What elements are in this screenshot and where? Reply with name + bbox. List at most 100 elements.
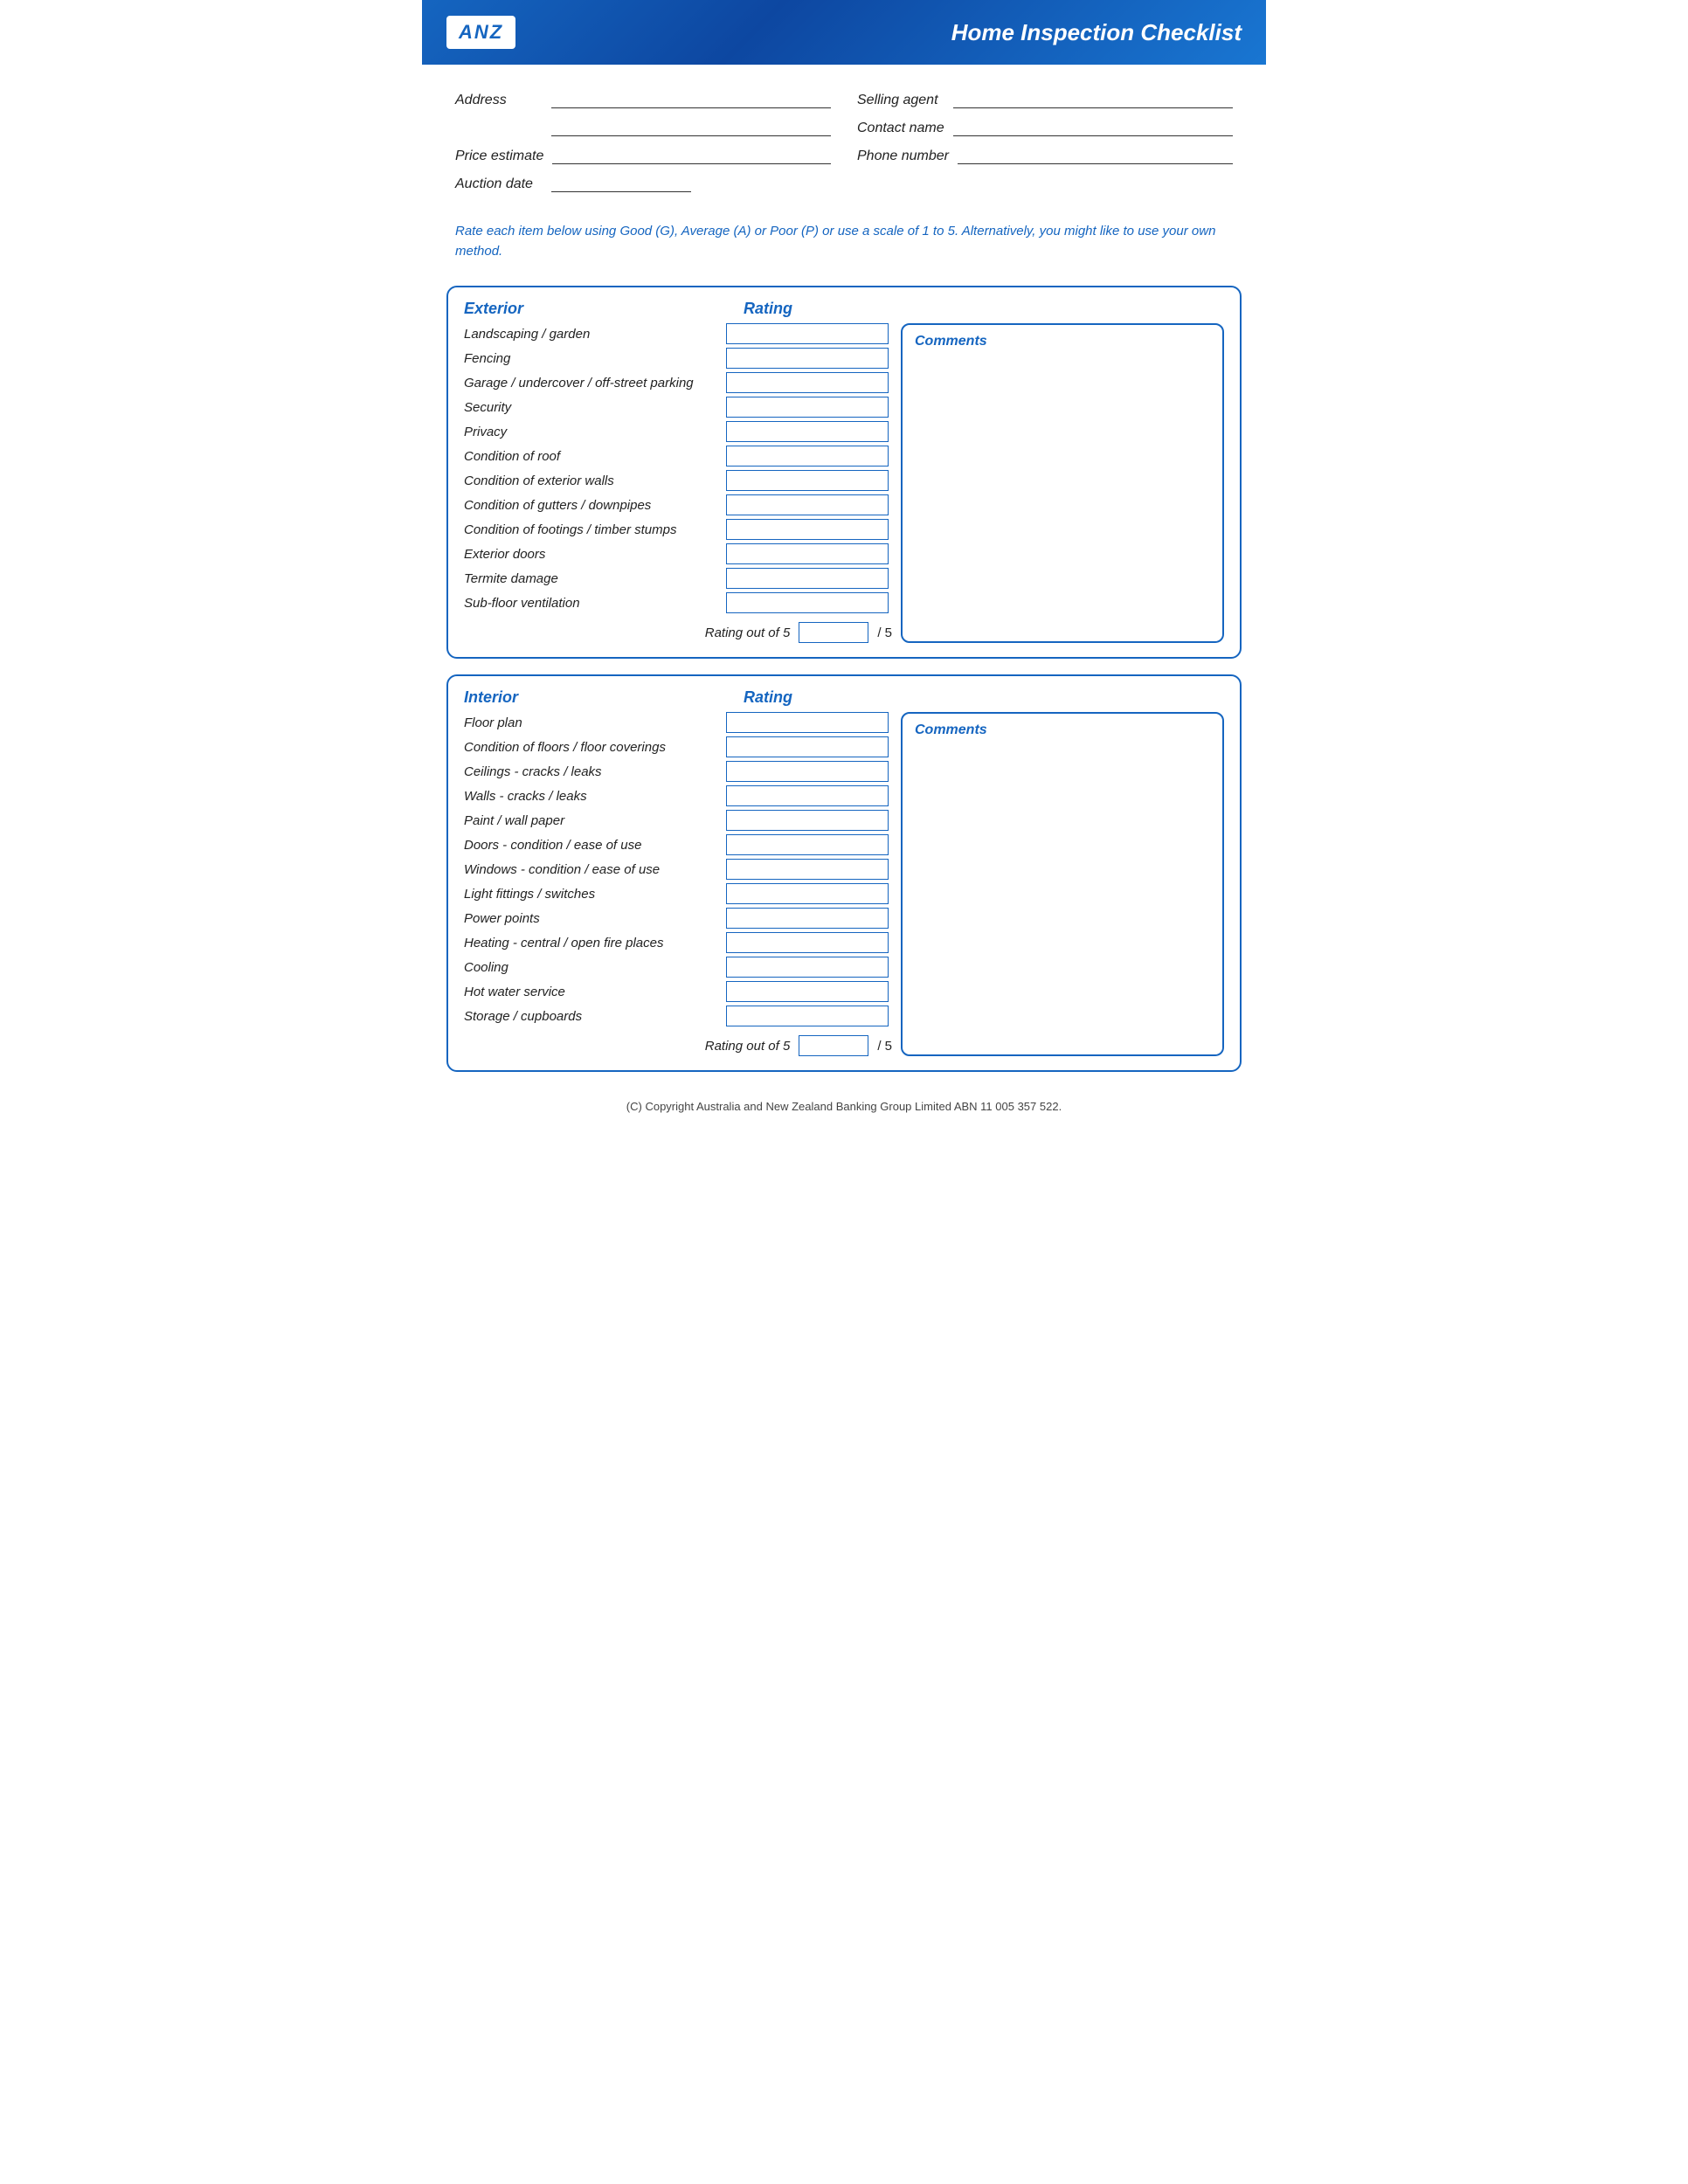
interior-item-row: Light fittings / switches — [464, 883, 892, 904]
interior-item-label: Floor plan — [464, 715, 726, 730]
exterior-rating-header: Rating — [744, 300, 883, 318]
interior-rating-input-4[interactable] — [726, 810, 889, 831]
interior-rating-input-3[interactable] — [726, 785, 889, 806]
interior-rating-input-10[interactable] — [726, 957, 889, 978]
exterior-rating-input-2[interactable] — [726, 372, 889, 393]
interior-rating-input-12[interactable] — [726, 1006, 889, 1026]
phone-input[interactable] — [958, 145, 1233, 164]
exterior-item-label: Condition of exterior walls — [464, 473, 726, 488]
address2-input[interactable] — [551, 117, 831, 136]
interior-item-row: Walls - cracks / leaks — [464, 785, 892, 806]
interior-rating-input-7[interactable] — [726, 883, 889, 904]
selling-agent-label: Selling agent — [857, 93, 944, 108]
instructions: Rate each item below using Good (G), Ave… — [422, 210, 1266, 270]
exterior-rating-input-10[interactable] — [726, 568, 889, 589]
price-label: Price estimate — [455, 149, 543, 164]
footer-text: (C) Copyright Australia and New Zealand … — [626, 1100, 1062, 1113]
interior-item-label: Condition of floors / floor coverings — [464, 740, 726, 755]
exterior-rating-input-3[interactable] — [726, 397, 889, 418]
interior-item-label: Walls - cracks / leaks — [464, 789, 726, 804]
exterior-item-row: Landscaping / garden — [464, 323, 892, 344]
page-header: ANZ Home Inspection Checklist — [422, 0, 1266, 65]
footer: (C) Copyright Australia and New Zealand … — [422, 1088, 1266, 1122]
interior-rating-input-8[interactable] — [726, 908, 889, 929]
anz-logo: ANZ — [446, 16, 515, 49]
interior-title: Interior — [464, 688, 744, 707]
interior-item-row: Floor plan — [464, 712, 892, 733]
exterior-comments-label: Comments — [915, 334, 1210, 349]
exterior-item-label: Condition of gutters / downpipes — [464, 498, 726, 513]
selling-agent-group: Selling agent — [857, 89, 1233, 108]
contact-name-group: Contact name — [857, 117, 1233, 136]
exterior-item-row: Garage / undercover / off-street parking — [464, 372, 892, 393]
exterior-item-row: Condition of exterior walls — [464, 470, 892, 491]
contact-name-input[interactable] — [953, 117, 1233, 136]
interior-item-label: Light fittings / switches — [464, 887, 726, 902]
exterior-rating-input-11[interactable] — [726, 592, 889, 613]
interior-rating-out-input[interactable] — [799, 1035, 868, 1056]
exterior-header: Exterior Rating — [464, 300, 1224, 318]
interior-item-row: Paint / wall paper — [464, 810, 892, 831]
interior-rating-input-1[interactable] — [726, 736, 889, 757]
exterior-rating-out-input[interactable] — [799, 622, 868, 643]
interior-item-label: Windows - condition / ease of use — [464, 862, 726, 877]
interior-item-label: Doors - condition / ease of use — [464, 838, 726, 853]
exterior-item-label: Garage / undercover / off-street parking — [464, 376, 726, 390]
exterior-body: Landscaping / gardenFencingGarage / unde… — [464, 323, 1224, 643]
exterior-item-label: Landscaping / garden — [464, 327, 726, 342]
interior-rating-header: Rating — [744, 688, 883, 707]
exterior-item-row: Termite damage — [464, 568, 892, 589]
interior-rating-input-6[interactable] — [726, 859, 889, 880]
interior-item-row: Windows - condition / ease of use — [464, 859, 892, 880]
exterior-item-row: Condition of footings / timber stumps — [464, 519, 892, 540]
interior-rating-input-2[interactable] — [726, 761, 889, 782]
interior-comments-col: Comments — [901, 712, 1224, 1056]
exterior-items-col: Landscaping / gardenFencingGarage / unde… — [464, 323, 892, 643]
interior-comments-input[interactable] — [915, 743, 1210, 1046]
exterior-item-row: Security — [464, 397, 892, 418]
exterior-rating-input-0[interactable] — [726, 323, 889, 344]
auction-group: Auction date — [455, 173, 831, 192]
exterior-item-label: Sub-floor ventilation — [464, 596, 726, 611]
interior-item-row: Power points — [464, 908, 892, 929]
exterior-rating-input-5[interactable] — [726, 446, 889, 467]
exterior-rating-input-7[interactable] — [726, 494, 889, 515]
exterior-rating-input-4[interactable] — [726, 421, 889, 442]
interior-item-row: Doors - condition / ease of use — [464, 834, 892, 855]
interior-rating-input-9[interactable] — [726, 932, 889, 953]
interior-item-label: Paint / wall paper — [464, 813, 726, 828]
interior-header: Interior Rating — [464, 688, 1224, 707]
address-input[interactable] — [551, 89, 831, 108]
exterior-rating-out-row: Rating out of 5 / 5 — [464, 622, 892, 643]
form-area: Address Selling agent Contact name Price… — [422, 65, 1266, 210]
interior-body: Floor plan Condition of floors / floor co… — [464, 712, 1224, 1056]
interior-rating-input-11[interactable] — [726, 981, 889, 1002]
interior-items-col: Floor plan Condition of floors / floor co… — [464, 712, 892, 1056]
phone-label: Phone number — [857, 149, 949, 164]
price-group: Price estimate — [455, 145, 831, 164]
price-input[interactable] — [552, 145, 831, 164]
exterior-item-label: Security — [464, 400, 726, 415]
exterior-item-row: Sub-floor ventilation — [464, 592, 892, 613]
auction-input[interactable] — [551, 173, 691, 192]
interior-comments-label: Comments — [915, 722, 1210, 738]
interior-item-row: Ceilings - cracks / leaks — [464, 761, 892, 782]
interior-item-row: Heating - central / open fire places — [464, 932, 892, 953]
interior-rating-input-5[interactable] — [726, 834, 889, 855]
exterior-rating-input-6[interactable] — [726, 470, 889, 491]
interior-section: Interior Rating Floor plan Condition of f… — [446, 674, 1242, 1072]
exterior-rating-out-label: Rating out of 5 — [705, 625, 791, 640]
interior-item-label: Power points — [464, 911, 726, 926]
exterior-comments-input[interactable] — [915, 355, 1210, 632]
exterior-item-label: Exterior doors — [464, 547, 726, 562]
address-label: Address — [455, 93, 543, 108]
exterior-rating-input-8[interactable] — [726, 519, 889, 540]
exterior-item-label: Termite damage — [464, 571, 726, 586]
selling-agent-input[interactable] — [953, 89, 1233, 108]
interior-rating-input-0[interactable] — [726, 712, 889, 733]
exterior-rating-input-9[interactable] — [726, 543, 889, 564]
interior-item-label: Heating - central / open fire places — [464, 936, 726, 950]
exterior-item-row: Privacy — [464, 421, 892, 442]
interior-item-label: Cooling — [464, 960, 726, 975]
exterior-rating-input-1[interactable] — [726, 348, 889, 369]
